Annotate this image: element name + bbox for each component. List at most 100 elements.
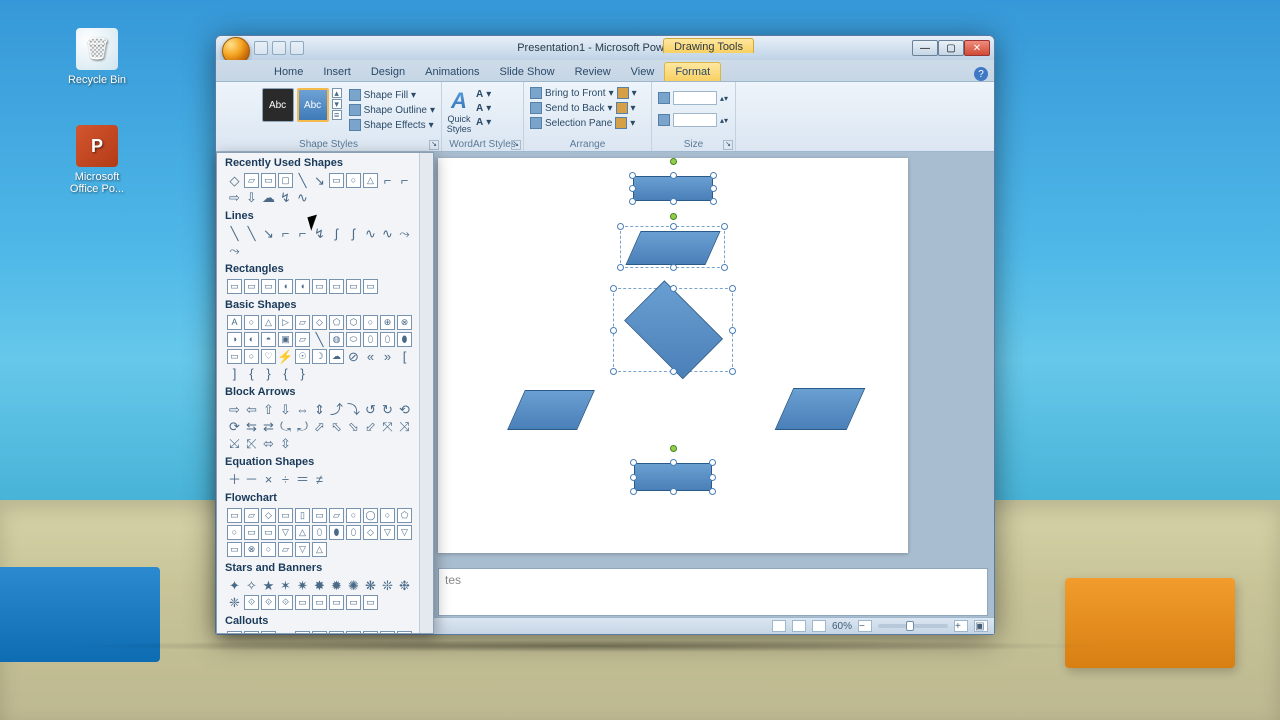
shape-thumb[interactable]: ⇧ <box>261 402 276 417</box>
shape-thumb[interactable]: ⇨ <box>227 402 242 417</box>
shape-thumb[interactable]: ✦ <box>227 578 242 593</box>
shape-thumb[interactable]: ∿ <box>363 226 378 241</box>
shape-thumb[interactable]: ⤧ <box>380 419 395 434</box>
shape-thumb[interactable]: ⤳ <box>397 226 412 241</box>
shape-thumb[interactable]: ⇩ <box>278 402 293 417</box>
shape-thumb[interactable]: ʃ <box>346 226 361 241</box>
shape-thumb[interactable]: ⊗ <box>397 315 412 330</box>
shape-thumb[interactable]: ▭ <box>295 631 310 633</box>
shape-thumb[interactable]: ❉ <box>397 578 412 593</box>
shape-thumb[interactable]: ⚡ <box>278 349 293 364</box>
width-input[interactable] <box>673 113 717 127</box>
style-gallery-more[interactable]: ≡ <box>332 110 342 120</box>
shape-thumb[interactable]: ✶ <box>278 578 293 593</box>
shape-thumb[interactable]: ⟐ <box>261 595 276 610</box>
view-slideshow-button[interactable] <box>812 620 826 632</box>
shape-thumb[interactable]: ⊗ <box>244 542 259 557</box>
shape-thumb[interactable]: ↺ <box>363 402 378 417</box>
shape-thumb[interactable]: ▭ <box>227 542 242 557</box>
shape-thumb[interactable]: ▭ <box>363 631 378 633</box>
quick-styles-button[interactable]: A Quick Styles <box>446 88 472 134</box>
shape-thumb[interactable]: ▭ <box>346 595 361 610</box>
view-normal-button[interactable] <box>772 620 786 632</box>
shape-thumb[interactable]: ⌐ <box>295 226 310 241</box>
zoom-thumb[interactable] <box>906 621 914 631</box>
text-fill-button[interactable]: A▾ <box>474 88 493 101</box>
selection-pane-button[interactable]: Selection Pane ▾ <box>528 116 647 130</box>
shape-thumb[interactable]: ⬮ <box>329 525 344 540</box>
flowchart-process-2[interactable] <box>634 463 712 491</box>
shape-thumb[interactable]: ⬁ <box>329 419 344 434</box>
shape-thumb[interactable]: ↘ <box>261 226 276 241</box>
shape-thumb[interactable]: ✺ <box>346 578 361 593</box>
shape-thumb[interactable]: ▭ <box>261 525 276 540</box>
shape-thumb[interactable]: ⇦ <box>244 402 259 417</box>
notes-pane[interactable]: tes <box>438 568 988 616</box>
shape-thumb[interactable]: ⬄ <box>261 436 276 451</box>
qat-undo[interactable] <box>272 41 286 55</box>
shape-thumb[interactable]: ▭ <box>227 631 242 633</box>
shape-thumb[interactable]: △ <box>295 525 310 540</box>
shape-thumb[interactable]: ⇄ <box>261 419 276 434</box>
shapes-scrollbar[interactable] <box>419 153 433 633</box>
send-to-back-button[interactable]: Send to Back ▾ ▾ <box>528 101 647 115</box>
shape-thumb[interactable]: ○ <box>244 315 259 330</box>
shape-thumb[interactable]: ▱ <box>295 315 310 330</box>
shape-thumb[interactable]: ⤿ <box>278 419 293 434</box>
shape-thumb[interactable]: ☁ <box>329 349 344 364</box>
shape-thumb[interactable]: ▽ <box>397 525 412 540</box>
shape-thumb[interactable]: ▭ <box>278 508 293 523</box>
shape-thumb[interactable]: ✷ <box>295 578 310 593</box>
flowchart-data-2[interactable] <box>507 390 595 430</box>
shape-thumb[interactable]: } <box>295 366 310 381</box>
shape-thumb[interactable]: ▭ <box>346 631 361 633</box>
shape-thumb[interactable]: ✸ <box>312 578 327 593</box>
shape-thumb[interactable]: ╲ <box>244 226 259 241</box>
shape-thumb[interactable]: ⬂ <box>346 419 361 434</box>
shape-thumb[interactable]: ▭ <box>244 631 259 633</box>
shape-thumb[interactable]: ○ <box>380 508 395 523</box>
shape-thumb[interactable]: ▭ <box>380 631 395 633</box>
shape-effects-button[interactable]: Shape Effects ▾ <box>347 118 437 132</box>
shape-styles-launcher[interactable]: ↘ <box>429 140 439 150</box>
shape-thumb[interactable]: ◐ <box>244 332 259 347</box>
shape-thumb[interactable]: ⤵ <box>346 402 361 417</box>
help-button[interactable]: ? <box>974 67 988 81</box>
slide-canvas[interactable] <box>438 158 908 553</box>
shape-thumb[interactable]: ▱ <box>244 508 259 523</box>
size-launcher[interactable]: ↘ <box>723 140 733 150</box>
maximize-button[interactable]: ▢ <box>938 40 964 56</box>
view-sorter-button[interactable] <box>792 620 806 632</box>
shape-thumb[interactable]: ʃ <box>329 226 344 241</box>
shape-outline-button[interactable]: Shape Outline ▾ <box>347 103 437 117</box>
shape-thumb[interactable]: ☽ <box>312 349 327 364</box>
shape-thumb[interactable]: ╲ <box>312 332 327 347</box>
shape-thumb[interactable]: ○ <box>261 631 276 633</box>
shape-thumb[interactable]: ⟳ <box>227 419 242 434</box>
shape-thumb[interactable]: ▭ <box>227 508 242 523</box>
tab-view[interactable]: View <box>621 63 665 81</box>
shape-thumb[interactable]: ⤴ <box>329 402 344 417</box>
shape-thumb[interactable]: ▭ <box>312 631 327 633</box>
shape-thumb[interactable]: ♡ <box>261 349 276 364</box>
shape-thumb[interactable]: ⌐ <box>380 173 395 188</box>
shape-thumb[interactable]: ⇔ <box>295 402 310 417</box>
shape-thumb[interactable]: ▽ <box>278 525 293 540</box>
shape-thumb[interactable]: ▢ <box>278 173 293 188</box>
shape-thumb[interactable]: ▷ <box>278 315 293 330</box>
shape-thumb[interactable]: ▽ <box>295 542 310 557</box>
text-outline-button[interactable]: A▾ <box>474 102 493 115</box>
shape-thumb[interactable]: ▭ <box>244 279 259 294</box>
shape-thumb[interactable]: ⬃ <box>363 419 378 434</box>
shape-thumb[interactable]: ▱ <box>329 508 344 523</box>
shape-thumb[interactable]: － <box>244 472 259 487</box>
style-gallery-down[interactable]: ▾ <box>332 99 342 109</box>
shape-thumb[interactable]: ❊ <box>380 578 395 593</box>
shape-thumb[interactable]: ◇ <box>363 525 378 540</box>
tab-format[interactable]: Format <box>664 62 721 81</box>
shape-thumb[interactable]: ▭ <box>329 595 344 610</box>
shape-thumb[interactable]: ▭ <box>227 349 242 364</box>
tab-home[interactable]: Home <box>264 63 313 81</box>
shape-thumb[interactable]: ⤩ <box>227 436 242 451</box>
shape-thumb[interactable]: ◑ <box>227 332 242 347</box>
